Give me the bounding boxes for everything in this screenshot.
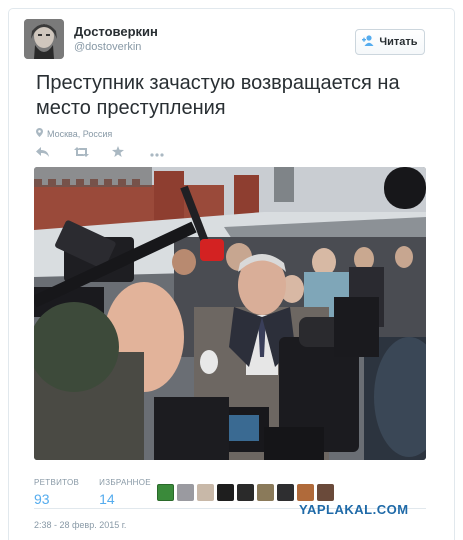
favoriter-avatar[interactable]	[277, 484, 294, 501]
favoriter-avatar[interactable]	[297, 484, 314, 501]
retweets-count: 93	[34, 491, 50, 507]
favoriters-list	[157, 484, 334, 501]
author-handle[interactable]: @dostoverkin	[74, 41, 141, 53]
favoriter-avatar[interactable]	[177, 484, 194, 501]
follow-button-label: Читать	[379, 36, 418, 48]
retweet-icon	[74, 146, 89, 160]
favoriter-avatar[interactable]	[257, 484, 274, 501]
favorites-count: 14	[99, 491, 115, 507]
favorites-label: ИЗБРАННОЕ	[99, 478, 151, 487]
reply-button[interactable]	[36, 146, 74, 160]
tweet-text: Преступник зачастую возвращается на мест…	[36, 72, 400, 119]
retweets-stat[interactable]: РЕТВИТОВ 93	[34, 478, 79, 507]
press-crowd-photo	[34, 167, 426, 460]
favoriter-avatar[interactable]	[237, 484, 254, 501]
more-button[interactable]	[150, 146, 188, 160]
location-pin-icon	[36, 128, 43, 139]
retweets-label: РЕТВИТОВ	[34, 478, 80, 487]
favorite-button[interactable]	[112, 146, 150, 160]
reply-icon	[36, 146, 49, 160]
favoriter-avatar[interactable]	[197, 484, 214, 501]
author-name[interactable]: Достоверкин	[74, 24, 158, 39]
tweet-timestamp[interactable]: 2:38 - 28 февр. 2015 г.	[34, 520, 126, 530]
add-user-icon	[362, 35, 375, 49]
favoriter-avatar[interactable]	[317, 484, 334, 501]
avatar[interactable]	[24, 19, 64, 59]
tweet-stats: РЕТВИТОВ 93 ИЗБРАННОЕ 14	[34, 478, 171, 507]
retweet-button[interactable]	[74, 146, 112, 160]
avatar-portrait-icon	[24, 19, 64, 59]
watermark: YAPLAKAL.COM	[299, 502, 409, 517]
location[interactable]: Москва, Россия	[36, 128, 112, 139]
more-icon	[150, 146, 164, 160]
favoriter-avatar[interactable]	[217, 484, 234, 501]
follow-button[interactable]: Читать	[355, 29, 425, 55]
tweet-actions	[36, 146, 188, 160]
star-icon	[112, 146, 124, 160]
favoriter-avatar[interactable]	[157, 484, 174, 501]
favorites-stat[interactable]: ИЗБРАННОЕ 14	[99, 478, 151, 507]
tweet-photo[interactable]	[34, 167, 426, 460]
location-text: Москва, Россия	[47, 128, 113, 139]
